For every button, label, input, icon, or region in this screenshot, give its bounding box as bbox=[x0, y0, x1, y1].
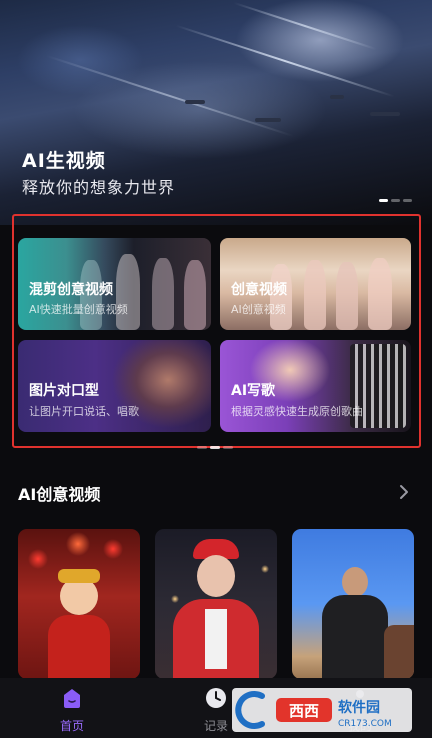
home-icon bbox=[64, 689, 80, 708]
spaceship bbox=[370, 112, 400, 116]
spaceship bbox=[255, 118, 281, 122]
nav-home[interactable]: 首页 bbox=[32, 678, 112, 738]
card-figure bbox=[184, 260, 206, 330]
card-mix-video[interactable]: 混剪创意视频 AI快速批量创意视频 bbox=[18, 238, 211, 330]
child-figure bbox=[48, 615, 110, 679]
card-title: 创意视频 bbox=[231, 282, 287, 298]
card-figure bbox=[336, 262, 358, 330]
pager-dot bbox=[403, 199, 412, 202]
section-title: AI创意视频 bbox=[18, 485, 101, 504]
chevron-right-icon[interactable] bbox=[397, 483, 411, 501]
card-title: AI写歌 bbox=[231, 383, 276, 399]
card-desc: 根据灵感快速生成原创歌曲 bbox=[231, 405, 363, 418]
video-thumbnail[interactable] bbox=[155, 529, 277, 679]
hero-subtitle: 释放你的想象力世界 bbox=[22, 178, 176, 197]
nebula-streak bbox=[175, 24, 395, 98]
card-desc: AI创意视频 bbox=[231, 303, 286, 316]
pager-dot bbox=[197, 446, 207, 449]
nebula-streak bbox=[233, 1, 377, 51]
card-desc: 让图片开口说话、唱歌 bbox=[29, 405, 139, 418]
hero-title: AI生视频 bbox=[22, 150, 106, 172]
woman-figure bbox=[197, 555, 235, 597]
man-figure bbox=[322, 595, 388, 679]
watermark-logo: 西西 软件园 CR173.COM bbox=[232, 688, 412, 732]
card-title: 图片对口型 bbox=[29, 383, 99, 399]
card-creative-video[interactable]: 创意视频 AI创意视频 bbox=[220, 238, 411, 330]
spaceship bbox=[330, 95, 344, 99]
card-lip-sync[interactable]: 图片对口型 让图片开口说话、唱歌 bbox=[18, 340, 211, 432]
hero-banner[interactable]: AI生视频 释放你的想象力世界 bbox=[0, 0, 432, 225]
nebula-streak bbox=[46, 54, 294, 138]
crown-decoration bbox=[58, 569, 100, 583]
man-figure bbox=[342, 567, 368, 597]
pager-dot bbox=[379, 199, 388, 202]
card-desc: AI快速批量创意视频 bbox=[29, 303, 128, 316]
horse-figure bbox=[384, 625, 414, 679]
card-figure bbox=[304, 260, 326, 330]
pager-dot bbox=[210, 446, 220, 449]
nav-label: 首页 bbox=[59, 719, 84, 733]
woman-figure bbox=[205, 609, 227, 669]
spaceship bbox=[185, 100, 205, 104]
card-figure bbox=[368, 258, 392, 330]
card-ai-song[interactable]: AI写歌 根据灵感快速生成原创歌曲 bbox=[220, 340, 411, 432]
hero-pager bbox=[379, 199, 412, 202]
pager-dot bbox=[223, 446, 233, 449]
clock-icon bbox=[206, 688, 226, 708]
video-thumbnail[interactable] bbox=[292, 529, 414, 679]
card-figure bbox=[116, 254, 140, 330]
cards-pager bbox=[197, 446, 233, 449]
svg-text:西西: 西西 bbox=[289, 702, 319, 720]
card-figure bbox=[152, 258, 174, 330]
svg-text:软件园: 软件园 bbox=[338, 699, 380, 716]
card-title: 混剪创意视频 bbox=[29, 282, 113, 298]
svg-text:CR173.COM: CR173.COM bbox=[338, 719, 392, 729]
video-thumbnail[interactable] bbox=[18, 529, 140, 679]
pager-dot bbox=[391, 199, 400, 202]
